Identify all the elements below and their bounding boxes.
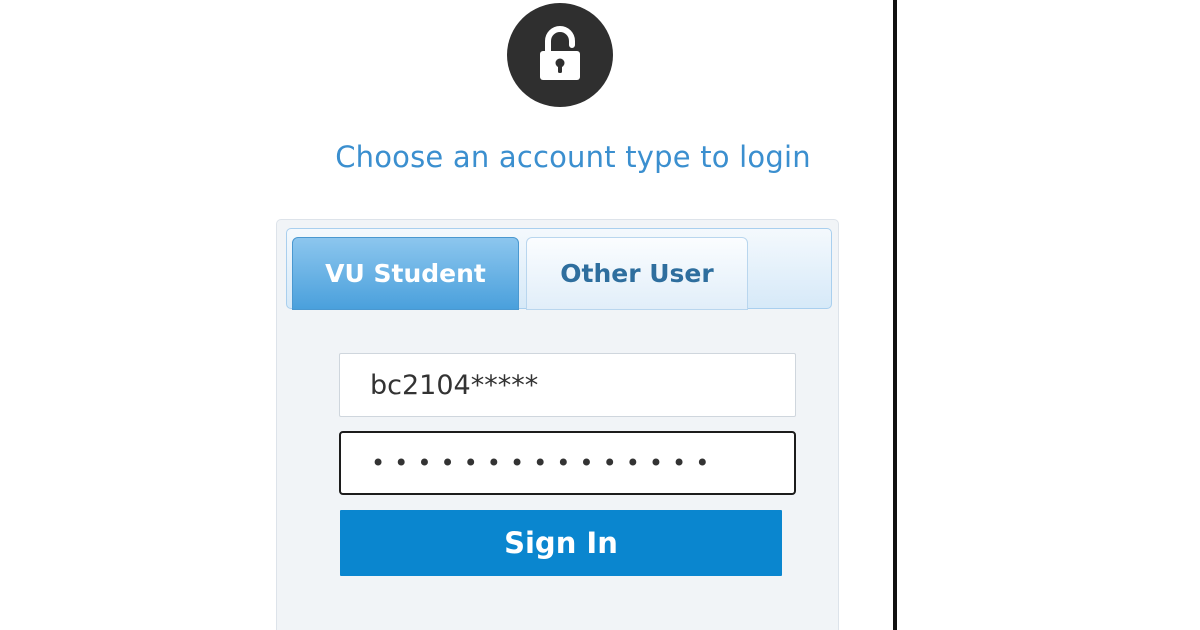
account-type-prompt: Choose an account type to login [335, 140, 811, 174]
account-type-tabs: VU Student Other User [286, 228, 832, 310]
lock-icon [507, 3, 613, 107]
login-panel: VU Student Other User Sign In [276, 219, 839, 630]
right-divider [893, 0, 897, 630]
username-input[interactable] [339, 353, 796, 417]
lock-icon-graphic [540, 26, 580, 80]
password-input[interactable] [339, 431, 796, 495]
tab-other-user[interactable]: Other User [526, 237, 748, 310]
login-page: Choose an account type to login VU Stude… [0, 0, 1200, 630]
tab-vu-student[interactable]: VU Student [292, 237, 519, 310]
sign-in-button[interactable]: Sign In [340, 510, 782, 576]
